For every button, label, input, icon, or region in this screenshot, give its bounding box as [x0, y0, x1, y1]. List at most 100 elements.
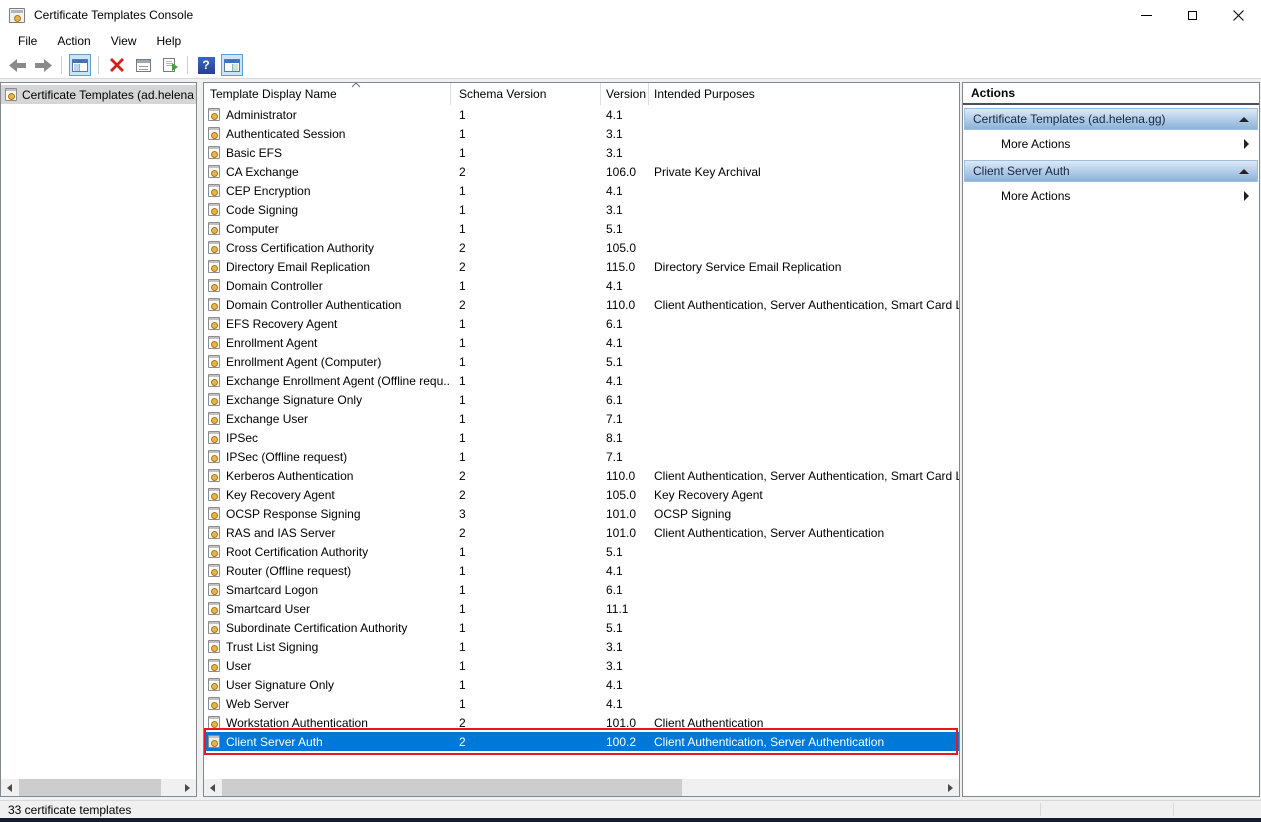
table-row[interactable]: Trust List Signing13.1	[204, 637, 959, 656]
table-row[interactable]: Administrator14.1	[204, 105, 959, 124]
schema-version-value: 1	[451, 678, 601, 692]
intended-purposes-value: Private Key Archival	[649, 165, 959, 179]
version-value: 5.1	[601, 222, 649, 236]
scroll-right-icon[interactable]	[179, 779, 196, 796]
tree-horizontal-scrollbar[interactable]	[1, 779, 196, 796]
table-row[interactable]: Root Certification Authority15.1	[204, 542, 959, 561]
template-name: Kerberos Authentication	[226, 469, 353, 483]
column-header-version[interactable]: Version	[601, 83, 649, 105]
template-name: Code Signing	[226, 203, 298, 217]
export-list-button[interactable]	[158, 54, 180, 76]
table-row[interactable]: User13.1	[204, 656, 959, 675]
table-row[interactable]: EFS Recovery Agent16.1	[204, 314, 959, 333]
table-row[interactable]: Directory Email Replication2115.0Directo…	[204, 257, 959, 276]
template-name: Exchange Signature Only	[226, 393, 362, 407]
table-row[interactable]: Authenticated Session13.1	[204, 124, 959, 143]
delete-button[interactable]	[106, 54, 128, 76]
more-actions-item[interactable]: More Actions	[963, 182, 1259, 209]
table-row[interactable]: Basic EFS13.1	[204, 143, 959, 162]
column-header-intended-purposes[interactable]: Intended Purposes	[649, 83, 959, 105]
version-value: 115.0	[601, 260, 649, 274]
table-row[interactable]: Smartcard User111.1	[204, 599, 959, 618]
version-value: 4.1	[601, 108, 649, 122]
table-row[interactable]: Exchange Enrollment Agent (Offline requ.…	[204, 371, 959, 390]
show-action-pane-button[interactable]	[221, 54, 243, 76]
menu-item-help[interactable]: Help	[149, 32, 190, 50]
table-row[interactable]: Key Recovery Agent2105.0Key Recovery Age…	[204, 485, 959, 504]
table-row[interactable]: Domain Controller Authentication2110.0Cl…	[204, 295, 959, 314]
chevron-up-icon[interactable]	[1239, 117, 1249, 122]
close-button[interactable]	[1215, 0, 1261, 30]
actions-section-header[interactable]: Certificate Templates (ad.helena.gg)	[964, 108, 1258, 130]
show-action-pane-icon	[224, 59, 240, 72]
tree-item-certificate-templates[interactable]: Certificate Templates (ad.helena	[1, 85, 196, 104]
table-row[interactable]: IPSec18.1	[204, 428, 959, 447]
table-row[interactable]: CA Exchange2106.0Private Key Archival	[204, 162, 959, 181]
scroll-left-icon[interactable]	[204, 779, 221, 796]
table-row[interactable]: Smartcard Logon16.1	[204, 580, 959, 599]
column-header-template-display-name[interactable]: Template Display Name	[204, 83, 451, 105]
template-name: Enrollment Agent	[226, 336, 317, 350]
column-header-schema-version[interactable]: Schema Version	[451, 83, 601, 105]
scroll-right-icon[interactable]	[942, 779, 959, 796]
table-row[interactable]: OCSP Response Signing3101.0OCSP Signing	[204, 504, 959, 523]
version-value: 6.1	[601, 317, 649, 331]
version-value: 8.1	[601, 431, 649, 445]
maximize-button[interactable]	[1169, 0, 1215, 30]
template-name: Enrollment Agent (Computer)	[226, 355, 381, 369]
list-header: Template Display Name Schema Version Ver…	[204, 83, 959, 105]
table-row[interactable]: Exchange User17.1	[204, 409, 959, 428]
table-row[interactable]: Subordinate Certification Authority15.1	[204, 618, 959, 637]
table-row[interactable]: Enrollment Agent (Computer)15.1	[204, 352, 959, 371]
template-name: Trust List Signing	[226, 640, 318, 654]
menu-item-file[interactable]: File	[10, 32, 45, 50]
table-row[interactable]: Web Server14.1	[204, 694, 959, 713]
table-row[interactable]: Computer15.1	[204, 219, 959, 238]
table-row[interactable]: IPSec (Offline request)17.1	[204, 447, 959, 466]
template-name: IPSec	[226, 431, 258, 445]
menu-item-view[interactable]: View	[103, 32, 145, 50]
help-button[interactable]: ?	[195, 54, 217, 76]
table-row[interactable]: Domain Controller14.1	[204, 276, 959, 295]
schema-version-value: 1	[451, 640, 601, 654]
chevron-up-icon[interactable]	[1239, 169, 1249, 174]
scroll-left-icon[interactable]	[1, 779, 18, 796]
actions-section-title: Client Server Auth	[973, 164, 1239, 178]
sort-ascending-icon	[350, 83, 362, 88]
list-horizontal-scrollbar[interactable]	[204, 779, 959, 796]
properties-button[interactable]	[132, 54, 154, 76]
table-row[interactable]: User Signature Only14.1	[204, 675, 959, 694]
table-row[interactable]: Enrollment Agent14.1	[204, 333, 959, 352]
template-list-panel: Template Display Name Schema Version Ver…	[203, 82, 960, 797]
scrollbar-thumb[interactable]	[19, 779, 161, 796]
more-actions-item[interactable]: More Actions	[963, 130, 1259, 157]
table-row[interactable]: Router (Offline request)14.1	[204, 561, 959, 580]
delete-x-icon	[110, 58, 124, 72]
schema-version-value: 2	[451, 469, 601, 483]
scrollbar-thumb[interactable]	[222, 779, 682, 796]
table-row[interactable]: Code Signing13.1	[204, 200, 959, 219]
scrollbar-track[interactable]	[221, 779, 942, 796]
version-value: 3.1	[601, 203, 649, 217]
table-row-selected[interactable]: Client Server Auth2100.2Client Authentic…	[204, 732, 959, 751]
menu-item-action[interactable]: Action	[49, 32, 98, 50]
version-value: 7.1	[601, 450, 649, 464]
table-row[interactable]: CEP Encryption14.1	[204, 181, 959, 200]
show-console-tree-button[interactable]	[69, 54, 91, 76]
schema-version-value: 1	[451, 393, 601, 407]
minimize-button[interactable]	[1123, 0, 1169, 30]
table-row[interactable]: Kerberos Authentication2110.0Client Auth…	[204, 466, 959, 485]
certificate-template-icon	[208, 735, 220, 748]
actions-section-header[interactable]: Client Server Auth	[964, 160, 1258, 182]
back-button[interactable]	[6, 54, 28, 76]
template-name: Authenticated Session	[226, 127, 345, 141]
version-value: 105.0	[601, 241, 649, 255]
forward-button[interactable]	[32, 54, 54, 76]
scrollbar-track[interactable]	[18, 779, 179, 796]
table-row[interactable]: Workstation Authentication2101.0Client A…	[204, 713, 959, 732]
certificate-template-icon	[208, 127, 220, 140]
table-row[interactable]: Exchange Signature Only16.1	[204, 390, 959, 409]
version-value: 110.0	[601, 298, 649, 312]
table-row[interactable]: RAS and IAS Server2101.0Client Authentic…	[204, 523, 959, 542]
table-row[interactable]: Cross Certification Authority2105.0	[204, 238, 959, 257]
